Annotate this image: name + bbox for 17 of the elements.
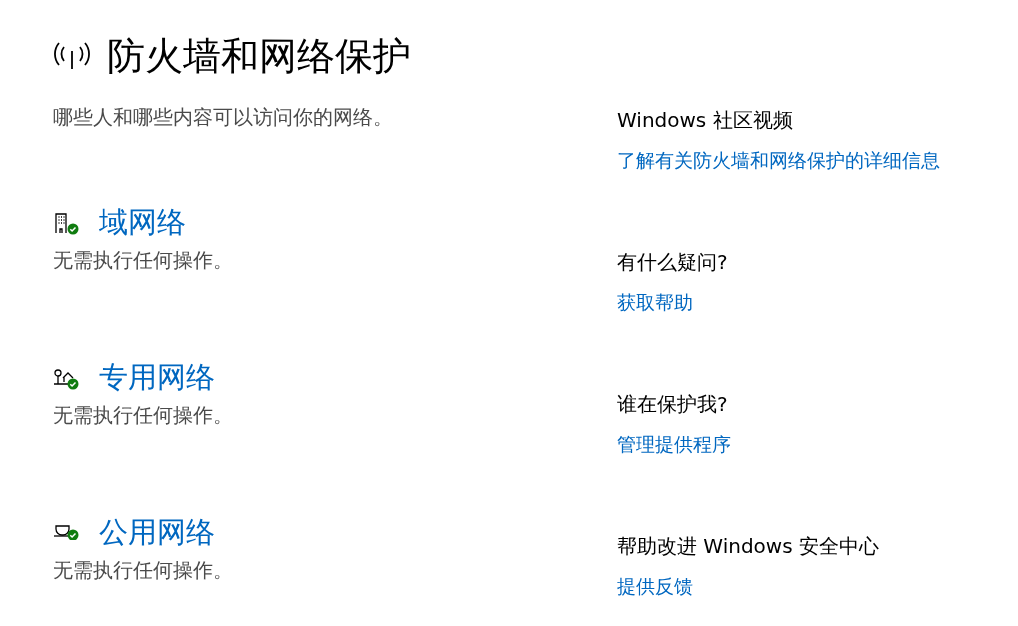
page-title: 防火墙和网络保护 (107, 33, 411, 80)
help-link[interactable]: 提供反馈 (617, 571, 1018, 601)
cup-icon (53, 524, 79, 540)
network-status: 无需执行任何操作。 (53, 557, 234, 584)
network-link[interactable]: 专用网络 (99, 357, 215, 397)
section-heading: 谁在保护我? (617, 391, 729, 418)
network-link[interactable]: 域网络 (99, 202, 186, 242)
section-heading: 帮助改进 Windows 安全中心 (617, 533, 880, 560)
help-link[interactable]: 管理提供程序 (617, 429, 1018, 459)
help-link[interactable]: 获取帮助 (617, 287, 1018, 317)
network-status: 无需执行任何操作。 (53, 247, 234, 274)
page-subtitle: 哪些人和哪些内容可以访问你的网络。 (53, 104, 394, 131)
help-link[interactable]: 了解有关防火墙和网络保护的详细信息 (617, 145, 1018, 175)
section-heading: 有什么疑问? (617, 249, 729, 276)
section-heading: Windows 社区视频 (617, 107, 794, 134)
network-link[interactable]: 公用网络 (99, 512, 215, 552)
network-status: 无需执行任何操作。 (53, 402, 234, 429)
